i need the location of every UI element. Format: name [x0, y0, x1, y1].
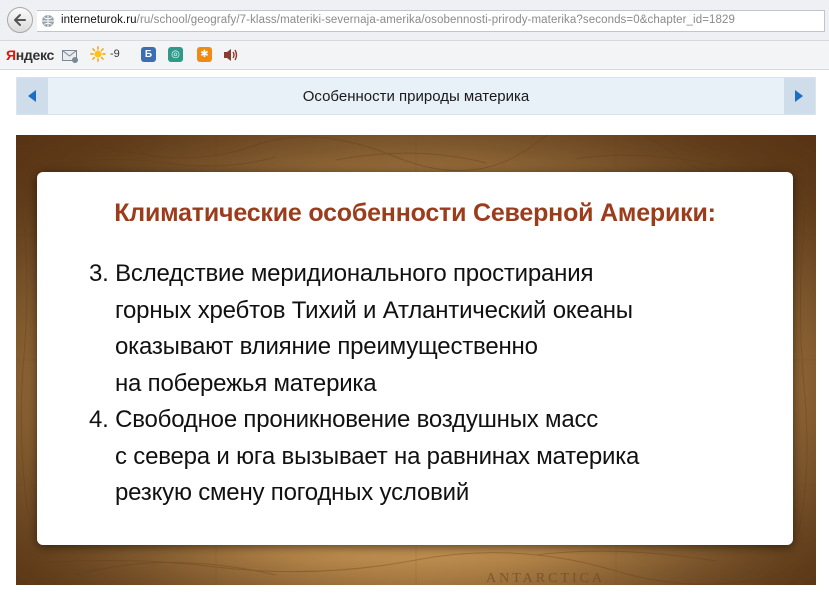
slide-title: Климатические особенности Северной Амери…: [114, 199, 716, 227]
item-3-line-1: 3. Вследствие меридионального простирани…: [89, 260, 594, 287]
item-4-line-2: с севера и юга вызывает на равнинах мате…: [115, 442, 640, 470]
lesson-nav-bar: Особенности природы материка: [16, 77, 816, 115]
music-icon[interactable]: ◎: [168, 47, 183, 62]
item-4-line-3: резкую смену погодных условий: [115, 479, 470, 506]
sun-icon[interactable]: [89, 46, 107, 62]
globe-icon: [42, 15, 54, 27]
url-text: interneturok.ru/ru/school/geografy/7-kla…: [61, 14, 735, 26]
map-label: ANTARCTICA: [486, 571, 606, 585]
nav-left-icon: [28, 90, 36, 102]
sound-icon[interactable]: [222, 47, 240, 63]
prev-chapter-button[interactable]: [17, 78, 48, 114]
odnoklassniki-icon[interactable]: ✱: [197, 47, 212, 62]
address-bar: interneturok.ru/ru/school/geografy/7-kla…: [0, 0, 829, 41]
yandex-logo[interactable]: Яндекс: [6, 47, 54, 63]
back-button[interactable]: [7, 7, 33, 33]
yandex-toolbar: Яндекс -9 Б ◎ ✱: [0, 41, 829, 70]
yandex-logo-ya: Я: [6, 47, 16, 63]
mail-icon[interactable]: [62, 48, 79, 64]
temperature-text: -9: [110, 48, 120, 60]
url-host: interneturok.ru: [61, 14, 137, 26]
item-3-line-2: горных хребтов Тихий и Атлантический оке…: [115, 296, 633, 324]
slide-card: Климатические особенности Северной Амери…: [37, 172, 793, 545]
slide-body: 3. Вследствие меридионального простирани…: [89, 256, 779, 512]
item-3-line-3: оказывают влияние преимущественно: [115, 333, 538, 360]
back-arrow-icon: [14, 14, 26, 26]
chapter-title: Особенности природы материка: [302, 88, 530, 105]
yandex-logo-rest: ндекс: [15, 47, 55, 63]
bookmark-icon[interactable]: Б: [141, 47, 156, 62]
next-chapter-button[interactable]: [784, 78, 815, 114]
item-4-line-1: 4. Свободное проникновение воздушных мас…: [89, 406, 599, 433]
lesson-slide[interactable]: ANTARCTICA Климатические особенности Сев…: [16, 135, 816, 585]
nav-right-icon: [795, 90, 803, 102]
url-field[interactable]: interneturok.ru/ru/school/geografy/7-kla…: [37, 10, 825, 32]
item-3-line-4: на побережья материка: [115, 369, 377, 397]
url-path: /ru/school/geografy/7-klass/materiki-sev…: [136, 14, 735, 26]
